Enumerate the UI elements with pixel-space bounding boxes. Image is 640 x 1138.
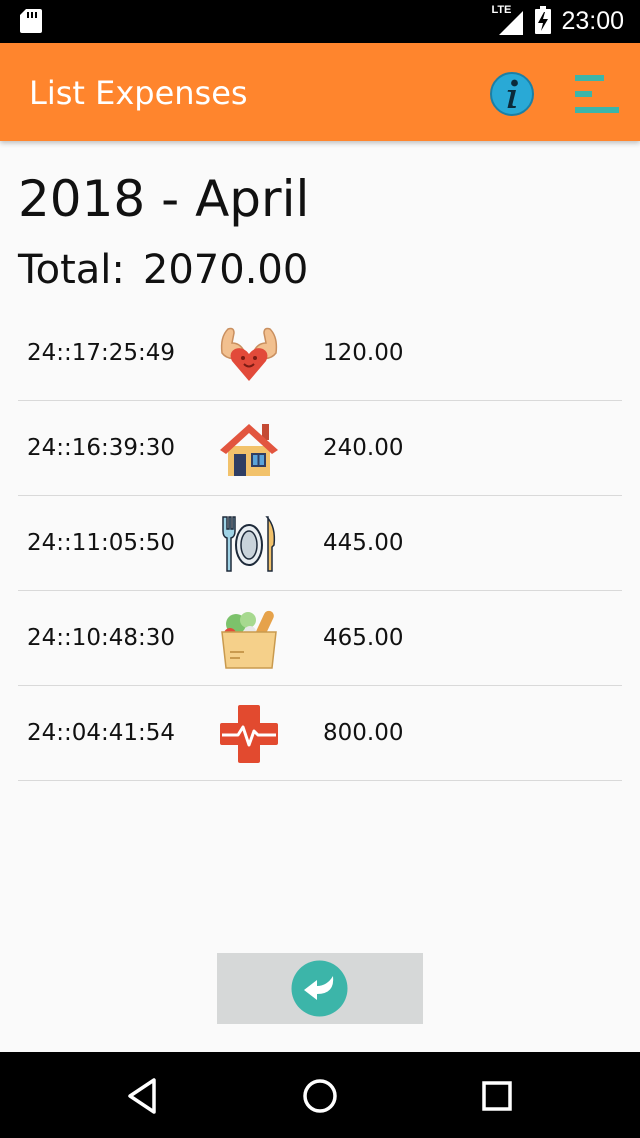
back-button[interactable] — [217, 953, 423, 1024]
month-title: 2018 - April — [18, 170, 310, 228]
expense-time: 24::04:41:54 — [27, 720, 176, 746]
lte-signal-icon: LTE — [491, 4, 525, 37]
sd-card-icon — [20, 9, 42, 37]
app-bar: List Expenses — [0, 43, 640, 141]
expense-time: 24::11:05:50 — [27, 530, 176, 556]
expense-time: 24::16:39:30 — [27, 435, 176, 461]
nav-back-button[interactable] — [122, 1074, 166, 1118]
navigation-bar — [0, 1052, 640, 1138]
page-title: List Expenses — [29, 74, 248, 112]
battery-charging-icon — [535, 5, 552, 38]
medical-cross-icon — [218, 703, 280, 765]
status-bar: LTE 23:00 — [0, 0, 640, 43]
circle-home-icon — [303, 1079, 337, 1113]
expense-time: 24::10:48:30 — [27, 625, 176, 651]
triangle-back-icon — [128, 1078, 156, 1114]
total-label: Total: — [18, 247, 125, 293]
plate-cutlery-icon — [218, 513, 280, 575]
menu-button[interactable] — [574, 71, 620, 117]
reply-arrow-icon — [291, 960, 348, 1017]
menu-lines-icon — [575, 75, 619, 113]
info-button[interactable] — [489, 71, 535, 117]
table-row[interactable]: 24::16:39:30 240.00 — [18, 401, 622, 496]
total-value: 2070.00 — [142, 247, 309, 293]
expense-amount: 240.00 — [323, 435, 404, 461]
fitness-heart-icon — [218, 323, 280, 385]
table-row[interactable]: 24::04:41:54 800.00 — [18, 686, 622, 781]
expense-time: 24::17:25:49 — [27, 340, 176, 366]
expense-amount: 465.00 — [323, 625, 404, 651]
grocery-bag-icon — [218, 608, 280, 670]
nav-recents-button[interactable] — [475, 1074, 519, 1118]
expense-list: 24::17:25:49 120.00 24::16:39:30 240.00 … — [18, 306, 622, 781]
expense-amount: 445.00 — [323, 530, 404, 556]
expense-amount: 800.00 — [323, 720, 404, 746]
table-row[interactable]: 24::11:05:50 445.00 — [18, 496, 622, 591]
square-recents-icon — [482, 1081, 512, 1111]
expense-amount: 120.00 — [323, 340, 404, 366]
total-row: Total: 2070.00 — [18, 247, 308, 293]
info-icon — [490, 72, 534, 116]
table-row[interactable]: 24::17:25:49 120.00 — [18, 306, 622, 401]
status-time: 23:00 — [561, 7, 624, 35]
nav-home-button[interactable] — [298, 1074, 342, 1118]
house-icon — [218, 418, 280, 480]
table-row[interactable]: 24::10:48:30 465.00 — [18, 591, 622, 686]
